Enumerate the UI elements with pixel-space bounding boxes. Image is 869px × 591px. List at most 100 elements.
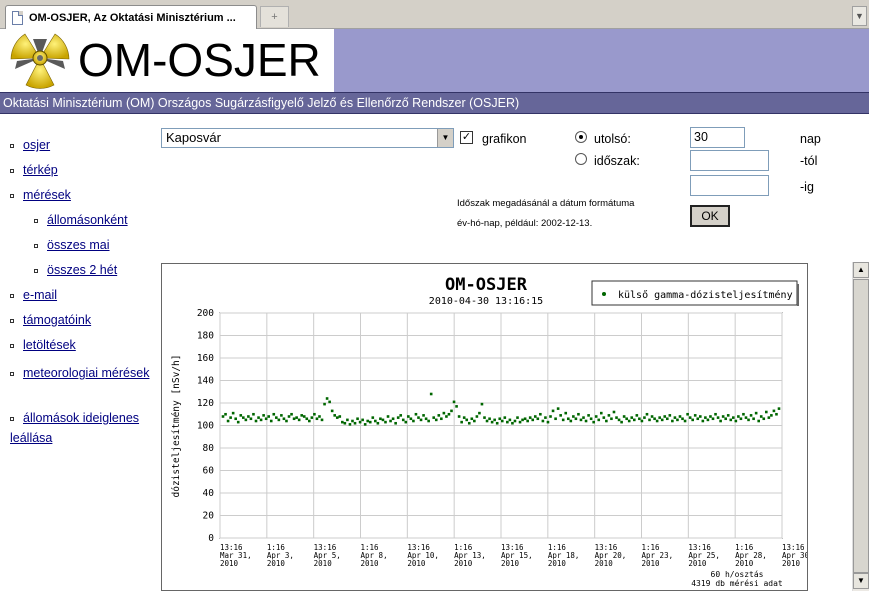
station-select[interactable]: Kaposvár ▼ [161, 128, 454, 148]
chart-point [533, 415, 537, 418]
ok-button[interactable]: OK [690, 205, 730, 227]
sidebar-item-osszes-mai[interactable]: összes mai [34, 238, 110, 252]
chart-point [249, 417, 253, 421]
dose-rate-chart: 0 20 40 60 80 100 120 140 160 180 200 13:16Mar 31,… [171, 275, 807, 588]
chart-point [277, 418, 281, 422]
radio-period[interactable] [575, 153, 587, 165]
sidebar-link-tamogatoink[interactable]: támogatóink [23, 313, 91, 327]
sidebar-item-email[interactable]: e-mail [10, 288, 57, 302]
sidebar-link-osszes-mai[interactable]: összes mai [47, 238, 110, 252]
chart-point [302, 415, 306, 418]
tab-list-button[interactable]: ▼ [852, 6, 867, 26]
sidebar-item-meresek[interactable]: mérések [10, 188, 71, 202]
chart-point [437, 414, 441, 417]
sidebar-item-allomasonkent[interactable]: állomásonként [34, 213, 128, 227]
sidebar-link-meteorologiai[interactable]: meteorologiai mérések [23, 366, 149, 380]
chart-point [236, 420, 240, 424]
chart-point [478, 411, 481, 415]
chart-point [368, 420, 372, 424]
chart-point [744, 416, 748, 419]
chart-point [691, 418, 694, 422]
chart-point [775, 412, 778, 416]
chart-point [346, 418, 349, 422]
chart-point [422, 414, 425, 417]
sidebar-item-osjer[interactable]: osjer [10, 138, 50, 152]
sidebar-item-terkep[interactable]: térkép [10, 163, 58, 177]
sidebar-link-osjer[interactable]: osjer [23, 138, 50, 152]
sidebar-link-leallasa[interactable]: állomások ideiglenes leállása [10, 411, 139, 445]
chart-point [513, 419, 517, 423]
chart-point [292, 417, 296, 421]
radio-last[interactable] [575, 131, 587, 143]
chart-annotation-interval: 60 h/osztás [711, 570, 764, 579]
chart-point [739, 417, 743, 421]
chevron-down-icon[interactable]: ▼ [437, 129, 453, 147]
chart-point [711, 417, 715, 421]
chart-point [650, 415, 654, 418]
new-tab-button[interactable]: + [260, 6, 289, 27]
chart-point [742, 412, 745, 416]
sidebar-item-leallasa[interactable]: állomások ideiglenes leállása [10, 408, 155, 448]
sidebar-link-meresek[interactable]: mérések [23, 188, 71, 202]
chart-point [358, 420, 362, 424]
date-format-note-1: Időszak megadásánál a dátum formátuma [457, 198, 635, 209]
chart-xtick-label: 2010 [642, 559, 661, 568]
sidebar-link-terkep[interactable]: térkép [23, 163, 58, 177]
sidebar-item-tamogatoink[interactable]: támogatóink [10, 313, 91, 327]
chart-xtick-label: 2010 [361, 559, 380, 568]
scroll-thumb[interactable] [853, 279, 869, 573]
chart-point [762, 417, 766, 421]
sidebar-link-email[interactable]: e-mail [23, 288, 57, 302]
chart-point [221, 415, 225, 418]
chart-point [361, 418, 364, 422]
logo-box: OM-OSJER [0, 29, 334, 92]
bullet-icon [10, 371, 14, 376]
chart-point [323, 402, 326, 406]
chart-point [318, 415, 321, 418]
chart-point [536, 417, 540, 421]
chart-point [401, 418, 405, 422]
sidebar-item-letoltesek[interactable]: letöltések [10, 338, 76, 352]
chart-point [442, 411, 446, 415]
chart-point [470, 417, 474, 421]
station-select-value: Kaposvár [166, 130, 221, 145]
from-date-input[interactable] [690, 150, 769, 171]
bullet-icon [10, 168, 14, 173]
sidebar-link-letoltesek[interactable]: letöltések [23, 338, 76, 352]
last-days-input[interactable]: 30 [690, 127, 745, 148]
chart-point [394, 421, 397, 425]
chart-point [310, 416, 314, 419]
chart-y-ticks: 0 20 40 60 80 100 120 140 160 180 200 [197, 308, 214, 544]
chart-point [493, 418, 496, 422]
bullet-icon [34, 243, 38, 248]
chart-point [605, 419, 608, 423]
scroll-down-icon[interactable]: ▼ [853, 573, 869, 589]
browser-tab[interactable]: OM-OSJER, Az Oktatási Minisztérium ... [5, 5, 257, 30]
chart-point [663, 415, 667, 418]
chart-xtick-label: 2010 [548, 559, 567, 568]
vertical-scrollbar[interactable]: ▲ ▼ [852, 262, 869, 591]
sidebar-link-allomasonkent[interactable]: állomásonként [47, 213, 128, 227]
chart-point [526, 419, 529, 423]
grafikon-checkbox[interactable]: ✓ [460, 131, 473, 144]
chart-xtick-label: 2010 [782, 559, 801, 568]
chart-point [308, 419, 311, 423]
chart-point [665, 417, 669, 421]
chart-point [351, 419, 354, 423]
bullet-icon [34, 218, 38, 223]
chart-point [399, 414, 403, 417]
chart-point [381, 418, 385, 422]
to-date-input[interactable] [690, 175, 769, 196]
chart-ytick-label: 0 [208, 533, 214, 544]
chart-point [648, 418, 651, 422]
scroll-up-icon[interactable]: ▲ [853, 262, 869, 278]
bullet-icon [10, 416, 14, 421]
sidebar-item-osszes-2-het[interactable]: összes 2 hét [34, 263, 117, 277]
chart-point [587, 414, 590, 417]
bullet-icon [34, 268, 38, 273]
chart-point [396, 416, 400, 419]
chart-point [714, 412, 717, 416]
chart-ytick-label: 20 [203, 511, 215, 522]
sidebar-item-meteorologiai[interactable]: meteorologiai mérések [10, 363, 150, 383]
sidebar-link-osszes-2-het[interactable]: összes 2 hét [47, 263, 117, 277]
